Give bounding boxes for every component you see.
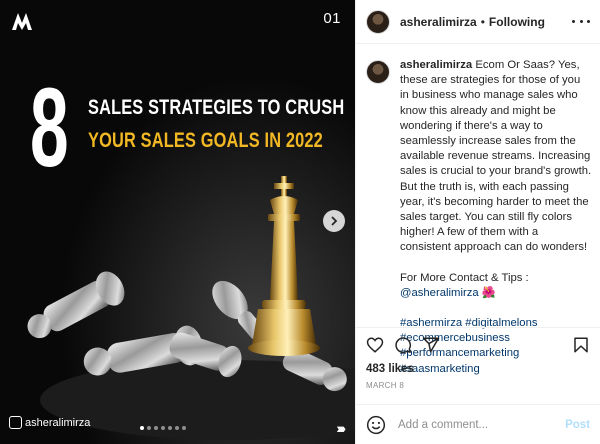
camera-icon (9, 416, 22, 429)
contact-label: For More Contact & Tips : (400, 271, 529, 284)
carousel-dot (154, 426, 158, 430)
comment-input[interactable] (398, 418, 548, 431)
carousel-dot (175, 426, 179, 430)
following-button[interactable]: Following (489, 15, 545, 29)
share-icon[interactable] (422, 336, 440, 354)
media-watermark: asheralimirza (9, 416, 90, 429)
post-sidebar: asheralimirza • Following asheralimirza … (355, 0, 600, 444)
caption-username[interactable]: asheralimirza (400, 59, 472, 71)
watermark-text: asheralimirza (25, 416, 91, 429)
carousel-next-button[interactable] (323, 210, 345, 232)
caption-body: Ecom Or Saas? Yes, these are strategies … (400, 59, 592, 254)
header-username[interactable]: asheralimirza (400, 15, 477, 29)
brand-monogram-icon (12, 13, 32, 30)
post-date: MARCH 8 (366, 381, 405, 390)
carousel-indicator (140, 426, 186, 430)
headline-line-2: YOUR SALES GOALS IN 2022 (88, 129, 323, 152)
post-media[interactable]: 01 8 SALES STRATEGIES TO CRUSH YOUR SALE… (0, 0, 355, 444)
headline-number: 8 (30, 65, 69, 190)
chevron-right-icon (331, 216, 338, 226)
comment-icon[interactable] (394, 336, 412, 354)
carousel-dot (168, 426, 172, 430)
likes-count[interactable]: 483 likes (366, 363, 414, 375)
slide-number: 01 (323, 10, 341, 27)
bookmark-icon[interactable] (572, 336, 590, 354)
header-separator: • (480, 14, 485, 29)
swipe-chevrons: ›››› (336, 420, 346, 436)
headline-line-1: SALES STRATEGIES TO CRUSH (88, 96, 345, 119)
mention-emoji: 🌺 (481, 286, 496, 299)
avatar[interactable] (366, 9, 390, 34)
caption-mention[interactable]: @asheralimirza (400, 287, 479, 299)
action-bar (356, 327, 600, 361)
caption-avatar[interactable] (366, 60, 390, 84)
post-comment-button[interactable]: Post (565, 419, 590, 431)
carousel-dot (140, 426, 144, 430)
emoji-icon[interactable] (366, 415, 386, 435)
heart-icon[interactable] (366, 336, 384, 354)
carousel-dot (147, 426, 151, 430)
carousel-dot (161, 426, 165, 430)
more-options-icon[interactable] (572, 15, 590, 29)
carousel-dot (182, 426, 186, 430)
comment-bar: Post (356, 404, 600, 444)
post-header: asheralimirza • Following (356, 0, 600, 44)
